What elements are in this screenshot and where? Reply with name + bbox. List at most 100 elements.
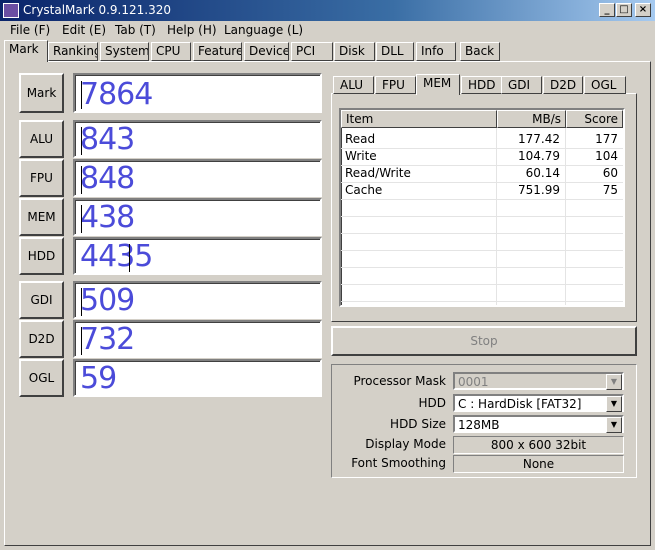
row-mbs: 177.42 [518,132,560,146]
tab-dll[interactable]: DLL [376,42,414,61]
display-mode-label: Display Mode [365,437,446,451]
tab-cpu[interactable]: CPU [151,42,191,61]
ogl-score-value: 59 [80,361,117,396]
text-caret [81,327,82,355]
column-header-score[interactable]: Score [566,110,623,128]
menu-edit[interactable]: Edit (E) [62,23,106,37]
row-mbs: 751.99 [518,183,560,197]
table-row[interactable]: Cache 751.99 75 [341,182,623,200]
subtab-gdi[interactable]: GDI [501,76,542,94]
table-row-empty [341,284,623,302]
table-row-empty [341,250,623,268]
ogl-score-box: 59 [73,359,322,397]
menu-help[interactable]: Help (H) [167,23,217,37]
text-caret [81,127,82,155]
stop-button[interactable]: Stop [331,326,637,356]
row-item: Read/Write [345,166,411,180]
row-score: 177 [595,132,618,146]
display-mode-value: 800 x 600 32bit [453,436,624,454]
tab-disk[interactable]: Disk [334,42,375,61]
table-row[interactable]: Write 104.79 104 [341,148,623,166]
subtab-alu[interactable]: ALU [333,76,374,94]
hdd-size-value: 128MB [458,418,500,432]
subtab-d2d[interactable]: D2D [543,76,583,94]
close-button[interactable]: × [635,3,651,17]
fpu-button[interactable]: FPU [19,159,64,197]
minimize-button[interactable]: _ [599,3,615,17]
hdd-size-label: HDD Size [390,417,446,431]
column-header-mbs[interactable]: MB/s [497,110,566,128]
table-row-empty [341,233,623,251]
subtab-hdd[interactable]: HDD [461,76,502,94]
mark-score-box: 7864 [73,73,322,113]
row-score: 75 [602,183,618,197]
d2d-score-box: 732 [73,320,322,358]
text-caret [81,166,82,194]
chevron-down-icon: ▼ [606,374,622,390]
row-item: Write [345,149,377,163]
hdd-button[interactable]: HDD [19,237,64,275]
text-caret [81,81,82,109]
app-icon [3,3,19,18]
row-score: 60 [602,166,618,180]
alu-score-value: 843 [80,122,135,157]
table-row[interactable]: Read 177.42 177 [341,131,623,149]
subtab-fpu[interactable]: FPU [375,76,416,94]
fpu-score-box: 848 [73,159,322,197]
table-row-empty [341,216,623,234]
mem-score-value: 438 [80,200,135,235]
ogl-button[interactable]: OGL [19,359,64,397]
row-item: Cache [345,183,383,197]
tab-device[interactable]: Device [244,42,289,61]
row-score: 104 [595,149,618,163]
menu-language[interactable]: Language (L) [224,23,303,37]
mem-button[interactable]: MEM [19,198,64,236]
alu-score-box: 843 [73,120,322,158]
tab-system[interactable]: System [100,42,149,61]
hdd-select[interactable]: C : HardDisk [FAT32] ▼ [453,394,624,412]
alu-button[interactable]: ALU [19,120,64,158]
d2d-button[interactable]: D2D [19,320,64,358]
tab-pci[interactable]: PCI [291,42,333,61]
text-caret [81,205,82,233]
text-caret [129,244,130,272]
mem-score-box: 438 [73,198,322,236]
hdd-size-select[interactable]: 128MB ▼ [453,415,624,433]
menu-tab[interactable]: Tab (T) [115,23,156,37]
tab-ranking[interactable]: Ranking [48,42,98,61]
row-item: Read [345,132,376,146]
hdd-score-box: 4435 [73,237,322,275]
row-mbs: 60.14 [525,166,560,180]
tab-info[interactable]: Info [416,42,456,61]
tab-back[interactable]: Back [460,42,500,61]
d2d-score-value: 732 [80,322,135,357]
hdd-label: HDD [418,396,446,410]
processor-mask-select: 0001 ▼ [453,372,624,390]
window-title: CrystalMark 0.9.121.320 [23,3,171,17]
tab-mark[interactable]: Mark [4,40,48,62]
text-caret [81,288,82,316]
row-mbs: 104.79 [518,149,560,163]
mark-score-value: 7864 [80,77,153,112]
processor-mask-label: Processor Mask [353,374,446,388]
menu-file[interactable]: File (F) [10,23,50,37]
chevron-down-icon[interactable]: ▼ [606,417,622,433]
gdi-button[interactable]: GDI [19,281,64,319]
processor-mask-value: 0001 [458,375,489,389]
gdi-score-value: 509 [80,283,135,318]
hdd-score-value: 4435 [80,239,153,274]
maximize-button[interactable]: □ [616,3,632,17]
chevron-down-icon[interactable]: ▼ [606,396,622,412]
fpu-score-value: 848 [80,161,135,196]
subtab-mem[interactable]: MEM [416,74,460,95]
subtab-ogl[interactable]: OGL [584,76,626,94]
column-header-item[interactable]: Item [341,110,497,128]
hdd-value: C : HardDisk [FAT32] [458,397,582,411]
table-row[interactable]: Read/Write 60.14 60 [341,165,623,183]
font-smoothing-label: Font Smoothing [351,456,446,470]
mark-button[interactable]: Mark [19,73,64,113]
table-row-empty [341,199,623,217]
table-row-empty [341,267,623,285]
results-table[interactable]: Item MB/s Score Read 177.42 177 Write 10… [339,108,625,307]
tab-feature[interactable]: Feature [193,42,242,61]
